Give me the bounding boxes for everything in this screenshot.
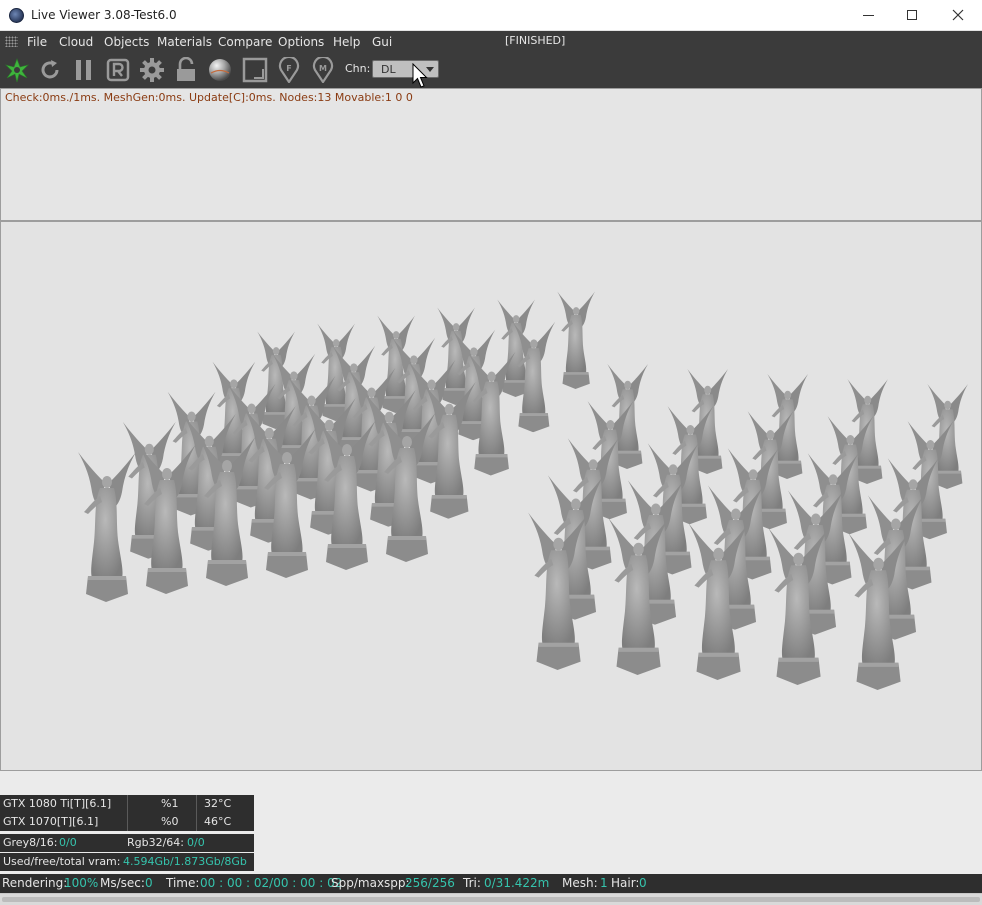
rendering-label: Rendering: (2, 876, 68, 890)
title-bar: Live Viewer 3.08-Test6.0 (0, 0, 982, 31)
region-render-icon (106, 58, 130, 82)
close-icon (952, 9, 964, 21)
focus-picker-icon (242, 57, 268, 83)
stats-info-line: Check:0ms./1ms. MeshGen:0ms. Update[C]:0… (5, 91, 413, 104)
rgb-label: Rgb32/64: (127, 836, 185, 849)
channel-select[interactable]: DL (372, 60, 439, 78)
column-divider (196, 795, 197, 813)
region-render-button[interactable] (103, 55, 133, 85)
statue-figure (557, 291, 595, 389)
lock-button[interactable] (171, 55, 201, 85)
grey-value: 0/0 (59, 836, 77, 849)
gpu-row[interactable]: GTX 1070[T][6.1] %0 46°C (0, 813, 254, 831)
texture-count-row: Grey8/16: 0/0 Rgb32/64: 0/0 (0, 834, 254, 852)
gpu-row[interactable]: GTX 1080 Ti[T][6.1] %1 32°C (0, 795, 254, 813)
spp-label: Spp/maxspp: (331, 876, 410, 890)
mouse-cursor-icon (412, 63, 428, 88)
minimize-icon (862, 14, 874, 16)
menu-help[interactable]: Help (333, 35, 360, 49)
hair-value: 0 (639, 876, 647, 890)
gpu-usage: %1 (161, 797, 179, 810)
tri-label: Tri: (463, 876, 481, 890)
menu-file[interactable]: File (27, 35, 47, 49)
minimize-button[interactable] (845, 0, 891, 31)
gpu-temp: 32°C (204, 797, 232, 810)
menu-materials[interactable]: Materials (157, 35, 212, 49)
maximize-button[interactable] (889, 0, 935, 31)
maximize-icon (907, 10, 917, 20)
render-image (78, 291, 968, 690)
column-divider (196, 813, 197, 831)
rendering-value: 100% (64, 876, 99, 890)
render-status: [FINISHED] (505, 34, 566, 47)
focus-picker-button[interactable] (240, 55, 270, 85)
autofocus-pin-button[interactable]: F (274, 55, 304, 85)
grey-label: Grey8/16: (3, 836, 58, 849)
vram-value: 4.594Gb/1.873Gb/8Gb (123, 855, 247, 868)
status-bar: Rendering: 100% Ms/sec: 0 Time: 00 : 00 … (0, 874, 982, 893)
ms-value: 0 (145, 876, 153, 890)
focus-pin-icon: F (278, 57, 300, 83)
restart-render-button[interactable] (35, 55, 65, 85)
menu-cloud[interactable]: Cloud (59, 35, 93, 49)
hair-label: Hair: (611, 876, 640, 890)
channel-label: Chn: (345, 62, 371, 75)
statue-figure (78, 452, 136, 602)
svg-text:M: M (319, 64, 327, 73)
material-preview-button[interactable] (205, 55, 235, 85)
mesh-value: 1 (600, 876, 608, 890)
render-viewport[interactable] (0, 221, 982, 771)
channel-value: DL (381, 63, 396, 76)
scrollbar-thumb[interactable] (2, 897, 980, 902)
gpu-name: GTX 1080 Ti[T][6.1] (3, 797, 112, 810)
refresh-icon (41, 60, 59, 79)
menu-bar: File Cloud Objects Materials Compare Opt… (0, 31, 982, 52)
octane-logo-button[interactable] (2, 55, 32, 85)
window-title: Live Viewer 3.08-Test6.0 (31, 8, 177, 22)
vram-row: Used/free/total vram: 4.594Gb/1.873Gb/8G… (0, 853, 254, 871)
unlock-icon (177, 57, 195, 81)
close-button[interactable] (935, 0, 981, 31)
app-logo-icon (9, 8, 24, 23)
vram-label: Used/free/total vram: (3, 855, 121, 868)
time-label: Time: (166, 876, 200, 890)
gpu-usage: %0 (161, 815, 179, 828)
pause-render-button[interactable] (69, 55, 99, 85)
tri-value: 0/31.422m (484, 876, 550, 890)
gpu-name: GTX 1070[T][6.1] (3, 815, 99, 828)
column-divider (127, 813, 128, 831)
ms-label: Ms/sec: (100, 876, 145, 890)
gpu-temp: 46°C (204, 815, 232, 828)
spp-value: 256/256 (405, 876, 455, 890)
horizontal-scrollbar[interactable] (0, 893, 982, 905)
info-panel: Check:0ms./1ms. MeshGen:0ms. Update[C]:0… (0, 88, 982, 221)
material-pin-icon: M (312, 57, 334, 83)
menu-options[interactable]: Options (278, 35, 324, 49)
grip-icon[interactable] (5, 36, 18, 47)
rgb-value: 0/0 (187, 836, 205, 849)
svg-text:F: F (286, 64, 291, 73)
menu-objects[interactable]: Objects (104, 35, 149, 49)
octane-logo-icon (5, 58, 29, 83)
toolbar: F M Chn: DL (0, 52, 982, 88)
settings-gear-icon (140, 58, 164, 82)
column-divider (127, 795, 128, 813)
mesh-label: Mesh: (562, 876, 598, 890)
menu-compare[interactable]: Compare (218, 35, 272, 49)
pause-icon (76, 60, 91, 80)
menu-gui[interactable]: Gui (372, 35, 392, 49)
material-pin-button[interactable]: M (308, 55, 338, 85)
time-value: 00 : 00 : 02/00 : 00 : 02 (200, 876, 343, 890)
material-ball-icon (209, 59, 231, 81)
settings-button[interactable] (137, 55, 167, 85)
